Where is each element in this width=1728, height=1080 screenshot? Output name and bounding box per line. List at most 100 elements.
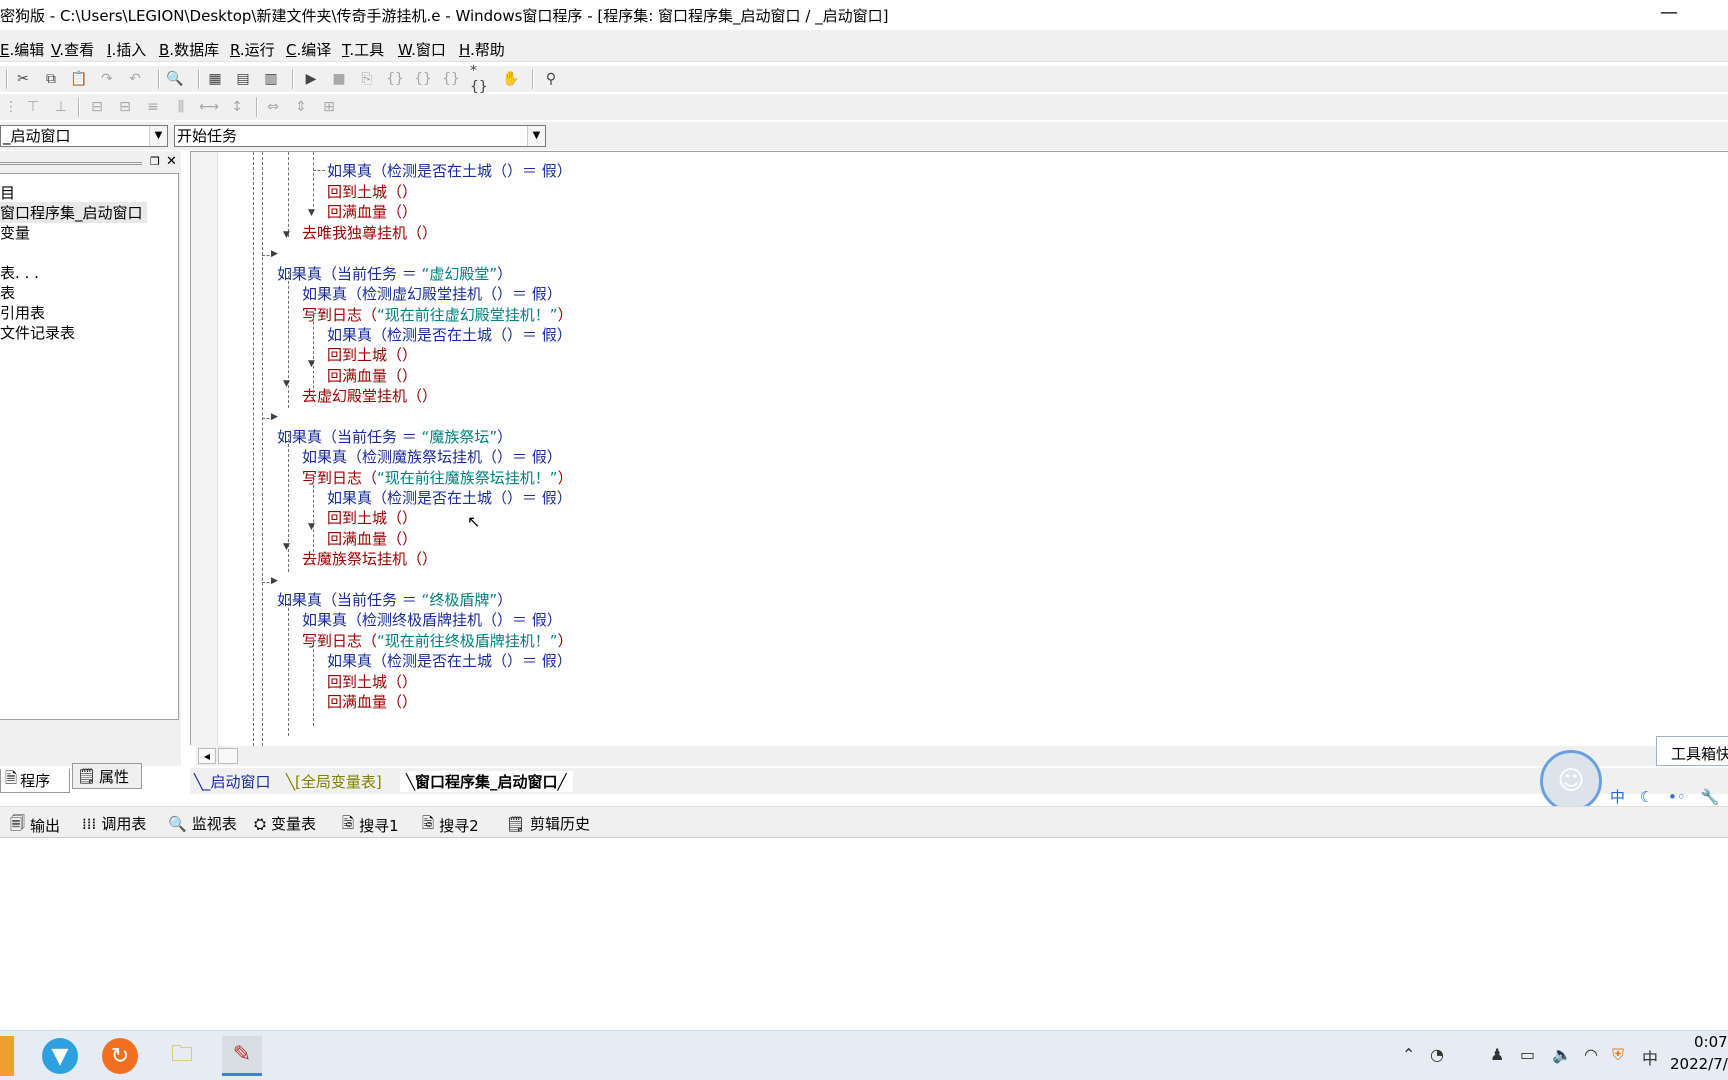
vpn-icon[interactable]: ▼ — [40, 1036, 80, 1076]
copy-icon[interactable]: ⧉ — [40, 69, 62, 89]
tab-call-stack[interactable]: ⁞⁞⁞ 调用表 — [82, 813, 146, 834]
center-v-icon[interactable]: ⊟ — [114, 97, 136, 117]
code-line[interactable]: 回满血量（） — [327, 691, 417, 712]
code-line[interactable]: 如果真（检测是否在土城（）＝ 假） — [327, 160, 572, 181]
browser-icon[interactable]: ↻ — [100, 1036, 140, 1076]
redo-icon[interactable]: ↷ — [96, 69, 118, 89]
step-over-icon[interactable]: {} — [412, 69, 434, 89]
run-to-cursor-icon[interactable]: *{} — [470, 63, 492, 95]
menu-window[interactable]: W.窗口 — [398, 39, 446, 60]
space-v-icon[interactable]: ≡ — [142, 97, 164, 117]
step-out-icon[interactable]: {} — [440, 69, 462, 89]
chevron-up-icon[interactable]: ⌃ — [1402, 1045, 1415, 1064]
tab-window-assembly[interactable]: ╲窗口程序集_启动窗口╱ — [400, 771, 573, 792]
tree-item[interactable]: 窗口程序集_启动窗口 — [0, 202, 147, 223]
tab-search-2[interactable]: 🗟 搜寻2 — [422, 813, 479, 838]
tab-program[interactable]: 🗎 程序 — [0, 769, 70, 793]
code-line[interactable]: 如果真（检测虚幻殿堂挂机（）＝ 假） — [302, 283, 562, 304]
same-size-icon[interactable]: ⊞ — [318, 97, 340, 117]
step-icon[interactable]: ⎘ — [356, 69, 378, 89]
cut-icon[interactable]: ✂ — [12, 69, 34, 89]
folder-icon[interactable]: 🗀 — [162, 1036, 202, 1076]
tree-item[interactable]: 变量 — [0, 222, 30, 243]
output-panel[interactable] — [0, 839, 1728, 1014]
menu-view[interactable]: V.查看 — [51, 39, 94, 60]
binoculars-icon[interactable]: ⚲ — [540, 69, 562, 89]
avatar[interactable]: ☺ — [1540, 750, 1602, 812]
method-combo[interactable]: 开始任务 ▼ — [174, 125, 546, 147]
battery-icon[interactable]: ▭ — [1520, 1045, 1535, 1064]
scroll-left-icon[interactable]: ◀ — [198, 748, 216, 764]
toolbox-popup[interactable]: 工具箱快 — [1656, 736, 1728, 766]
code-line[interactable]: 如果真（检测魔族祭坛挂机（）＝ 假） — [302, 446, 562, 467]
object-combo[interactable]: _启动窗口 ▼ — [0, 125, 168, 147]
punct-icon[interactable]: •◦ — [1668, 788, 1686, 806]
tab-watch[interactable]: 🔍 监视表 — [168, 813, 237, 834]
code-line[interactable]: 去虚幻殿堂挂机（） — [302, 385, 437, 406]
code-line[interactable]: 如果真（检测是否在土城（）＝ 假） — [327, 324, 572, 345]
align-top-icon[interactable]: ⊤ — [22, 97, 44, 117]
tab-search-1[interactable]: 🗟 搜寻1 — [342, 813, 399, 838]
code-line[interactable]: 去唯我独尊挂机（） — [302, 222, 437, 243]
menu-tools[interactable]: T.工具 — [342, 39, 384, 60]
moon-icon[interactable]: ☾ — [1640, 788, 1653, 806]
qq-icon[interactable]: ♟ — [1490, 1045, 1504, 1064]
menu-compile[interactable]: C.编译 — [286, 39, 331, 60]
code-line[interactable]: 回到土城（） — [327, 507, 417, 528]
wifi-icon[interactable]: ◠ — [1584, 1045, 1598, 1064]
minimize-button[interactable]: — — [1660, 2, 1678, 23]
clock-date[interactable]: 2022/7/ — [1670, 1055, 1728, 1073]
undo-icon[interactable]: ↶ — [124, 69, 146, 89]
code-line[interactable]: 写到日志（“现在前往虚幻殿堂挂机！”） — [302, 304, 573, 325]
space-h-icon[interactable]: ⫼ — [170, 97, 192, 117]
restore-icon[interactable]: ❐ — [150, 155, 160, 168]
wrench-icon[interactable]: 🔧 — [1701, 788, 1720, 806]
close-icon[interactable]: ✕ — [166, 154, 177, 169]
code-line[interactable]: 回到土城（） — [327, 181, 417, 202]
tree-item[interactable]: 目 — [0, 182, 15, 203]
code-line[interactable]: 如果真（当前任务 ＝ “魔族祭坛”） — [277, 426, 512, 447]
tray-app-icon[interactable]: ◔ — [1430, 1045, 1444, 1064]
code-line[interactable]: 回满血量（） — [327, 528, 417, 549]
hand-icon[interactable]: ✋ — [500, 69, 522, 89]
step-into-icon[interactable]: {} — [384, 69, 406, 89]
code-line[interactable]: 回到土城（） — [327, 344, 417, 365]
code-line[interactable]: 如果真（检测是否在土城（）＝ 假） — [327, 487, 572, 508]
e-language-icon[interactable]: ✎ — [222, 1036, 262, 1076]
same-width-icon[interactable]: ⇔ — [262, 97, 284, 117]
app-icon[interactable] — [0, 1036, 14, 1076]
code-line[interactable]: 如果真（当前任务 ＝ “虚幻殿堂”） — [277, 263, 512, 284]
horizontal-scrollbar[interactable]: ◀ — [196, 746, 1728, 766]
scroll-thumb[interactable] — [218, 748, 238, 764]
menu-database[interactable]: B.数据库 — [159, 39, 219, 60]
menu-run[interactable]: R.运行 — [230, 39, 275, 60]
ime-toolbar[interactable]: 中 ☾ •◦ 🔧 — [1610, 786, 1719, 807]
code-line[interactable]: 写到日志（“现在前往魔族祭坛挂机！”） — [302, 467, 573, 488]
tree-item[interactable]: 引用表 — [0, 302, 45, 323]
code-line[interactable]: 回满血量（） — [327, 365, 417, 386]
spread-h-icon[interactable]: ⟷ — [198, 97, 220, 117]
stop-icon[interactable]: ■ — [328, 69, 350, 89]
tab-variables[interactable]: ⛭ 变量表 — [254, 813, 316, 834]
code-line[interactable]: 如果真（当前任务 ＝ “终极盾牌”） — [277, 589, 512, 610]
layout-3-icon[interactable]: ▥ — [260, 69, 282, 89]
find-icon[interactable]: 🔍 — [164, 69, 186, 89]
code-line[interactable]: 写到日志（“现在前往终极盾牌挂机！”） — [302, 630, 573, 651]
volume-icon[interactable]: 🔈 — [1552, 1045, 1572, 1064]
menu-insert[interactable]: I.插入 — [107, 39, 146, 60]
clock-time[interactable]: 0:07 — [1694, 1033, 1728, 1051]
tab-properties[interactable]: 🗒 属性 — [72, 763, 142, 789]
tab-global-variables[interactable]: ╲[全局变量表] — [286, 771, 382, 792]
ime-lang[interactable]: 中 — [1610, 788, 1625, 806]
code-line[interactable]: 回满血量（） — [327, 201, 417, 222]
code-editor[interactable]: 如果真（检测是否在土城（）＝ 假） 回到土城（） 回满血量（） 去唯我独尊挂机（） 如果… — [190, 151, 1728, 746]
align-bottom-icon[interactable]: ⊥ — [50, 97, 72, 117]
tree-item[interactable]: 文件记录表 — [0, 322, 75, 343]
layout-1-icon[interactable]: ▦ — [204, 69, 226, 89]
tab-clip-history[interactable]: 🗒 剪辑历史 — [506, 813, 590, 834]
menu-help[interactable]: H.帮助 — [459, 39, 505, 60]
ime-tray-lang[interactable]: 中 — [1642, 1045, 1658, 1069]
code-line[interactable]: 如果真（检测终极盾牌挂机（）＝ 假） — [302, 609, 562, 630]
tab-startup-window[interactable]: ╲_启动窗口 — [194, 771, 271, 792]
layout-2-icon[interactable]: ▤ — [232, 69, 254, 89]
